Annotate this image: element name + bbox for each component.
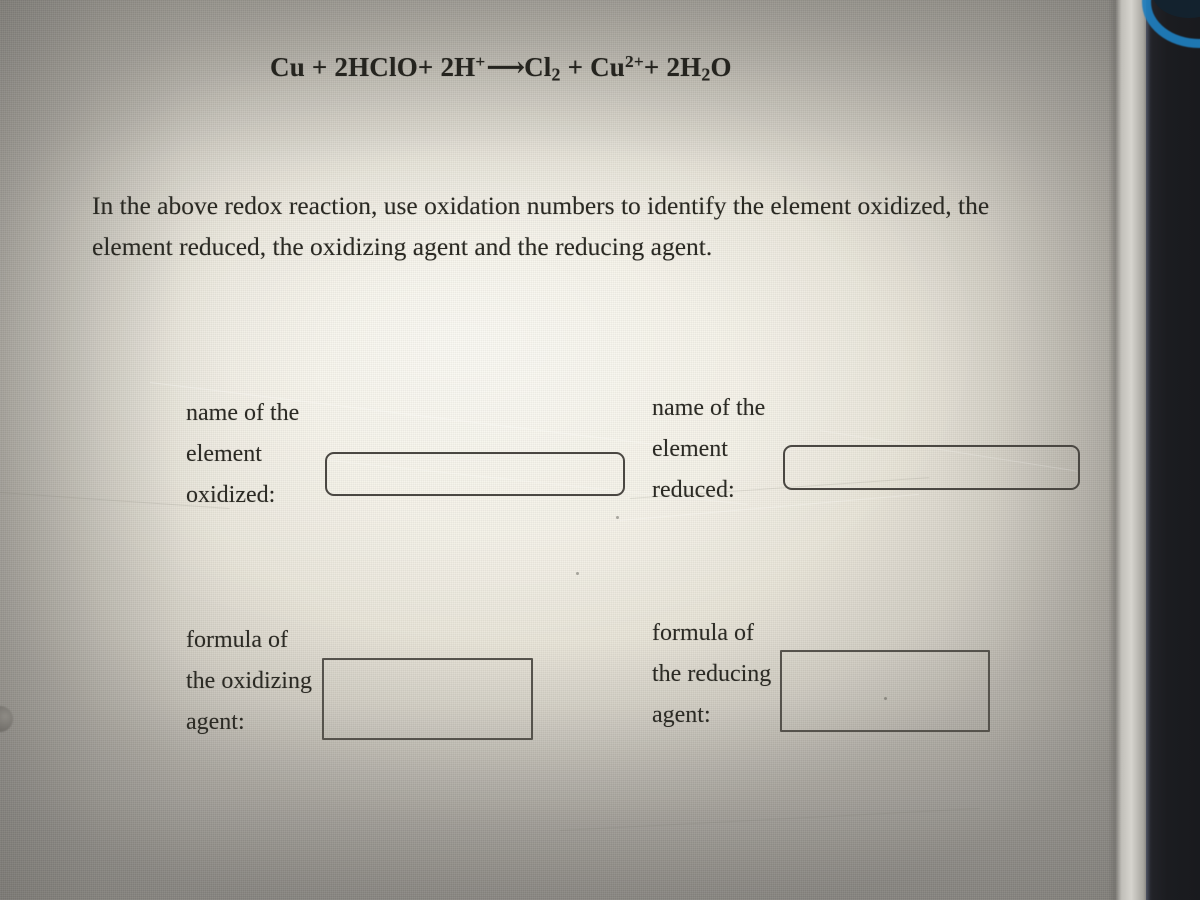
device-bezel	[1146, 0, 1200, 900]
device-bezel-sheen	[1146, 0, 1153, 900]
input-reducing-agent[interactable]	[780, 650, 990, 732]
input-element-oxidized[interactable]	[325, 452, 625, 496]
worksheet-photo: Cu + 2HClO+ 2H+⟶Cl2 + Cu2++ 2H2O In the …	[0, 0, 1200, 900]
label-oxidizing-agent: formula of the oxidizing agent:	[186, 627, 312, 735]
label-element-reduced: name of the element reduced:	[652, 395, 766, 503]
label-element-oxidized: name of the element oxidized:	[186, 400, 300, 508]
answer-fields-group: name of the element oxidized: name of th…	[0, 0, 1148, 900]
input-oxidizing-agent[interactable]	[322, 658, 533, 740]
page-edge	[1108, 0, 1148, 900]
document-content: Cu + 2HClO+ 2H+⟶Cl2 + Cu2++ 2H2O In the …	[0, 0, 1148, 900]
input-element-reduced[interactable]	[783, 445, 1080, 490]
label-reducing-agent: formula of the reducing agent:	[652, 620, 772, 728]
